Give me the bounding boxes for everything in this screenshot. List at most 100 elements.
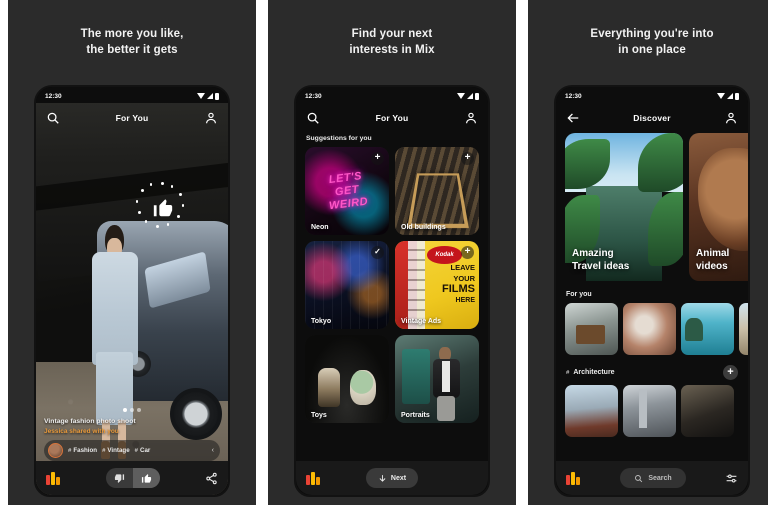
- thumbnail-snow[interactable]: [565, 385, 618, 437]
- hero-title-line-1: Amazing: [572, 248, 614, 259]
- suggestion-card-toys[interactable]: Toys: [305, 335, 389, 423]
- headline-line-1: Everything you're into: [590, 28, 714, 40]
- thumbnail-bay[interactable]: [681, 303, 734, 355]
- phone-screen-2: 12:30 For You Suggestions for you LET'S …: [296, 87, 488, 495]
- chip-car[interactable]: # Car: [135, 447, 151, 454]
- account-icon[interactable]: [204, 111, 218, 125]
- thumbnail-building[interactable]: [739, 303, 748, 355]
- suggestion-card-tokyo[interactable]: ✓ Tokyo: [305, 241, 389, 329]
- suggestions-grid: LET'S GET WEIRD + Neon + Old buildings ✓…: [296, 147, 488, 423]
- account-icon[interactable]: [724, 111, 738, 125]
- panel-gap-1: [256, 0, 268, 517]
- thumbnail-church[interactable]: [623, 385, 676, 437]
- bottom-bar-3: Search: [556, 461, 748, 495]
- phone-mockup-3: 12:30 Discover Amazing Travel ideas Anim…: [554, 85, 750, 497]
- burst-dot: [137, 211, 141, 215]
- kodak-line-3: FILMS: [442, 283, 475, 296]
- discover-hero-row[interactable]: Amazing Travel ideas Animal videos: [556, 133, 748, 281]
- search-icon[interactable]: [46, 111, 60, 125]
- add-interest-button[interactable]: +: [461, 152, 474, 165]
- page-dot[interactable]: [130, 408, 134, 412]
- page-dots: [44, 408, 220, 412]
- hero-title: Amazing Travel ideas: [572, 247, 629, 273]
- search-label: Search: [648, 474, 672, 482]
- promo-panel-2: Find your next interests in Mix 12:30 Fo…: [268, 0, 516, 505]
- hero-title-line-2: videos: [696, 261, 728, 272]
- status-time: 12:30: [305, 92, 322, 100]
- search-button[interactable]: Search: [620, 468, 686, 488]
- phone-mockup-1: 12:30 For You Vintage fashion photo shoo…: [34, 85, 230, 497]
- burst-dot: [160, 182, 164, 186]
- card-art: [395, 335, 479, 423]
- promo-panel-3: Everything you're into in one place 12:3…: [528, 0, 768, 505]
- panel-1-headline: The more you like, the better it gets: [8, 26, 256, 58]
- battery-icon: [475, 92, 479, 100]
- section-title-group: # Architecture: [566, 369, 615, 376]
- headline-line-1: Find your next: [351, 28, 433, 40]
- thumb-up-button[interactable]: [133, 468, 160, 488]
- page-dot[interactable]: [137, 408, 141, 412]
- account-icon[interactable]: [464, 111, 478, 125]
- signal-icon: [467, 93, 473, 99]
- next-button[interactable]: Next: [365, 468, 419, 488]
- toy-figure-b: [350, 370, 376, 406]
- share-icon[interactable]: [205, 472, 218, 485]
- avatar[interactable]: [48, 443, 63, 458]
- thumb-down-button[interactable]: [106, 468, 133, 488]
- added-interest-indicator[interactable]: ✓: [371, 246, 384, 259]
- thumbnail-glass[interactable]: [739, 385, 748, 437]
- page-dot-active[interactable]: [123, 408, 127, 412]
- section-title-group: For you: [566, 291, 592, 298]
- section-label: For you: [566, 291, 592, 298]
- wifi-icon: [457, 93, 465, 99]
- hero-card-travel[interactable]: Amazing Travel ideas: [565, 133, 683, 281]
- chip-label: Fashion: [73, 447, 98, 454]
- search-icon[interactable]: [306, 111, 320, 125]
- back-arrow-icon[interactable]: [566, 111, 580, 125]
- section-header-architecture: # Architecture +: [556, 355, 748, 385]
- thumbnail-room[interactable]: [565, 303, 618, 355]
- suggestion-card-vintage-ads[interactable]: Kodak LEAVE YOUR FILMS HERE + Vintage Ad…: [395, 241, 479, 329]
- bottom-bar-2: Next: [296, 461, 488, 495]
- app-bar-1: For You: [36, 103, 228, 133]
- chip-fashion[interactable]: # Fashion: [68, 447, 97, 454]
- card-label: Old buildings: [401, 224, 446, 231]
- portrait-person: [430, 347, 462, 422]
- status-bar-1: 12:30: [36, 87, 228, 103]
- for-you-thumb-row[interactable]: [556, 303, 748, 355]
- tune-icon[interactable]: [725, 472, 738, 485]
- chevron-left-icon[interactable]: ‹: [212, 447, 216, 454]
- thumbnail-shell[interactable]: [623, 303, 676, 355]
- panel-2-headline: Find your next interests in Mix: [268, 26, 516, 58]
- section-label: Architecture: [573, 369, 615, 376]
- phone-mockup-2: 12:30 For You Suggestions for you LET'S …: [294, 85, 490, 497]
- card-art: [305, 335, 389, 423]
- hero-title-line-1b: Animal: [696, 248, 730, 259]
- burst-dot: [144, 220, 148, 223]
- google-arts-culture-logo[interactable]: [306, 471, 321, 485]
- phone-screen-1: 12:30 For You Vintage fashion photo shoo…: [36, 87, 228, 495]
- status-icons: [197, 92, 219, 100]
- suggestion-card-portraits[interactable]: Portraits: [395, 335, 479, 423]
- burst-dot: [135, 200, 139, 203]
- add-topic-button[interactable]: +: [723, 365, 738, 380]
- app-bar-title: For You: [375, 113, 409, 123]
- architecture-thumb-row[interactable]: [556, 385, 748, 437]
- suggestions-label: Suggestions for you: [306, 135, 372, 142]
- card-label: Toys: [311, 412, 327, 419]
- card-label: Portraits: [401, 412, 430, 419]
- google-arts-culture-logo[interactable]: [566, 471, 581, 485]
- panel-gap-2: [516, 0, 528, 517]
- add-interest-button[interactable]: +: [371, 152, 384, 165]
- google-arts-culture-logo[interactable]: [46, 471, 61, 485]
- suggestion-card-neon[interactable]: LET'S GET WEIRD + Neon: [305, 147, 389, 235]
- hero-card-animal[interactable]: Animal videos: [689, 133, 748, 281]
- app-bar-3: Discover: [556, 103, 748, 133]
- signal-icon: [727, 93, 733, 99]
- burst-dot: [176, 215, 180, 219]
- add-interest-button[interactable]: +: [461, 246, 474, 259]
- suggestion-card-old-buildings[interactable]: + Old buildings: [395, 147, 479, 235]
- portrait-trousers: [437, 396, 455, 422]
- thumbnail-dark[interactable]: [681, 385, 734, 437]
- chip-vintage[interactable]: # Vintage: [102, 447, 130, 454]
